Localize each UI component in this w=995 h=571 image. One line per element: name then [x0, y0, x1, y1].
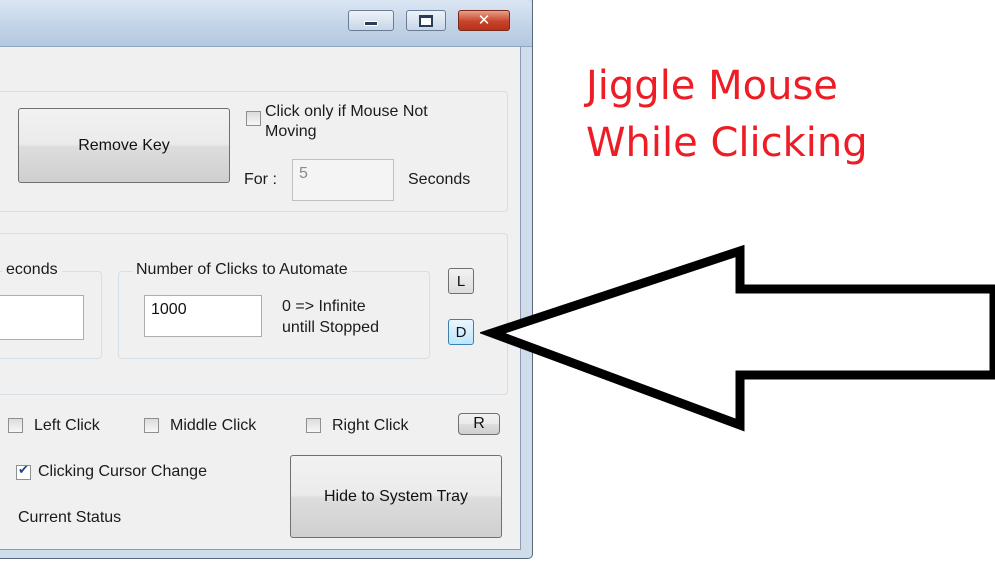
maximize-icon [419, 14, 433, 27]
for-label: For : [244, 171, 277, 188]
annotation-line1: Jiggle Mouse [586, 63, 838, 109]
annotation-line2: While Clicking [586, 120, 868, 166]
app-window: ✕ Remove Key Click only if Mouse Not Mov… [0, 0, 533, 559]
right-click-label: Right Click [332, 417, 409, 434]
pointer-arrow-icon [480, 245, 995, 432]
left-click-checkbox[interactable] [8, 418, 23, 433]
current-status-label: Current Status [18, 509, 122, 526]
clicks-legend: Number of Clicks to Automate [132, 261, 352, 279]
remove-key-button[interactable]: Remove Key [18, 108, 230, 183]
seconds-label: Seconds [408, 171, 471, 188]
cursor-change-checkbox[interactable] [16, 463, 31, 480]
left-click-label: Left Click [34, 417, 100, 434]
hide-to-system-tray-button[interactable]: Hide to System Tray [290, 455, 502, 538]
close-button[interactable]: ✕ [458, 10, 510, 31]
click-only-if-not-moving-label: Click only if Mouse Not Moving [265, 103, 428, 140]
title-bar[interactable]: ✕ [0, 0, 532, 47]
not-moving-seconds-input[interactable]: 5 [292, 159, 394, 201]
seconds-legend: econds [2, 261, 62, 279]
cursor-change-label: Clicking Cursor Change [38, 463, 207, 480]
maximize-button[interactable] [406, 10, 446, 31]
middle-click-checkbox[interactable] [144, 418, 159, 433]
clicks-count-input[interactable]: 1000 [144, 295, 262, 337]
minimize-button[interactable] [348, 10, 394, 31]
infinite-hint-line1: 0 => Infinite [282, 298, 366, 315]
click-only-if-not-moving-checkbox[interactable] [246, 111, 261, 126]
delay-input[interactable] [0, 295, 84, 340]
middle-click-label: Middle Click [170, 417, 257, 434]
close-icon: ✕ [477, 11, 491, 29]
d-button[interactable]: D [448, 319, 474, 345]
window-client-area: Remove Key Click only if Mouse Not Movin… [0, 47, 521, 550]
infinite-hint-line2: untill Stopped [282, 319, 379, 336]
minimize-icon [364, 21, 378, 26]
right-click-checkbox[interactable] [306, 418, 321, 433]
l-button[interactable]: L [448, 268, 474, 294]
annotation-text: Jiggle Mouse While Clicking [586, 58, 868, 172]
